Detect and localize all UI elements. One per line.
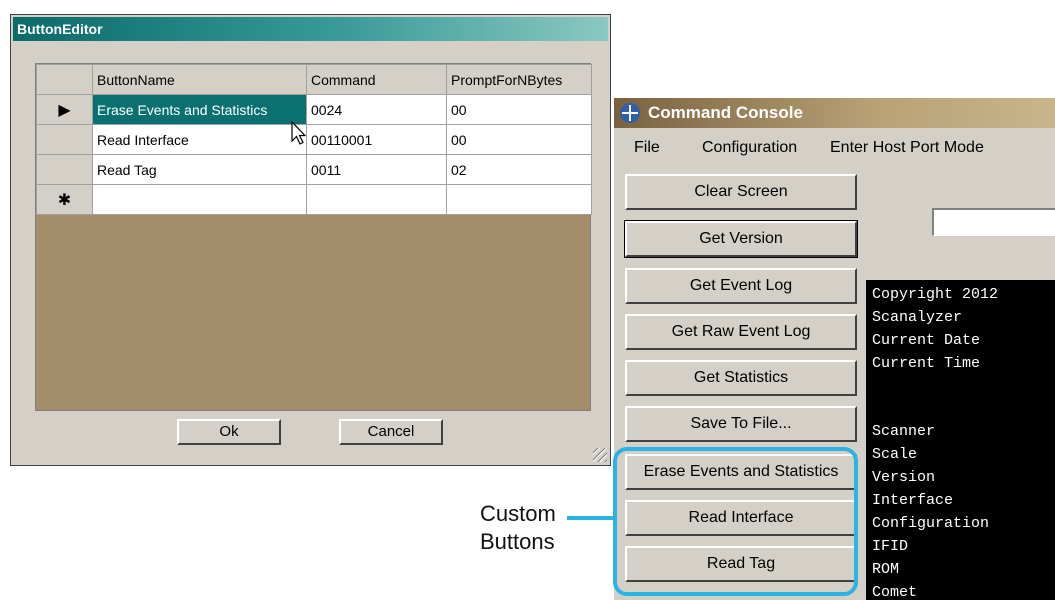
terminal-line: Scanalyzer — [872, 309, 963, 326]
column-header-promptfornbytes[interactable]: PromptForNBytes — [446, 64, 592, 95]
ok-button[interactable]: Ok — [177, 419, 281, 445]
command-console-title: Command Console — [648, 103, 803, 122]
button-grid[interactable]: ButtonName Command PromptForNBytes ▶ Era… — [35, 63, 592, 411]
terminal-output: Copyright 2012 Scanalyzer Current Date C… — [866, 280, 1055, 600]
grid-corner — [36, 64, 93, 95]
terminal-line: Interface — [872, 492, 954, 509]
new-row[interactable]: ✱ — [36, 184, 592, 215]
cell-prompt[interactable] — [446, 184, 592, 215]
menu-file[interactable]: File — [634, 132, 660, 164]
button-editor-dialog: ButtonEditor ButtonName Command PromptFo… — [10, 14, 611, 466]
mouse-pointer-icon — [291, 121, 307, 145]
get-raw-event-log-button[interactable]: Get Raw Event Log — [625, 314, 857, 350]
cell-prompt[interactable]: 00 — [446, 94, 592, 125]
command-console-titlebar: Command Console — [614, 98, 1055, 128]
resize-grip[interactable] — [593, 448, 607, 462]
row-selector[interactable] — [36, 124, 93, 155]
command-input[interactable] — [932, 208, 1055, 236]
cell-buttonname[interactable]: Read Interface — [92, 124, 307, 155]
cell-buttonname[interactable] — [92, 184, 307, 215]
terminal-line: Current Date — [872, 332, 981, 349]
callout-connector — [567, 516, 615, 520]
cell-prompt[interactable]: 00 — [446, 124, 592, 155]
cell-command[interactable]: 00110001 — [306, 124, 447, 155]
terminal-line: Current Time — [872, 355, 981, 372]
menu-enter-host-port-mode[interactable]: Enter Host Port Mode — [830, 132, 984, 164]
terminal-line: Copyright 2012 — [872, 286, 999, 303]
get-statistics-button[interactable]: Get Statistics — [625, 360, 857, 396]
callout-label-line2: Buttons — [480, 529, 555, 554]
get-version-button[interactable]: Get Version — [624, 220, 858, 258]
button-editor-title: ButtonEditor — [13, 17, 608, 41]
column-header-command[interactable]: Command — [306, 64, 447, 95]
terminal-line: Comet — [872, 584, 918, 600]
save-to-file-button[interactable]: Save To File... — [625, 406, 857, 442]
custom-buttons-highlight — [613, 447, 858, 596]
cell-command[interactable]: 0011 — [306, 154, 447, 185]
clear-screen-button[interactable]: Clear Screen — [625, 174, 857, 210]
terminal-line: IFID — [872, 538, 909, 555]
row-selector[interactable] — [36, 154, 93, 185]
table-row[interactable]: Read Interface 00110001 00 — [36, 124, 592, 155]
new-row-marker[interactable]: ✱ — [36, 184, 93, 215]
cell-buttonname[interactable]: Erase Events and Statistics — [92, 94, 307, 125]
menu-bar: File Configuration Enter Host Port Mode — [614, 132, 1055, 164]
cell-buttonname[interactable]: Read Tag — [92, 154, 307, 185]
terminal-line: Scanner — [872, 423, 936, 440]
terminal-line: Version — [872, 469, 936, 486]
terminal-line: ROM — [872, 561, 900, 578]
row-selector-current[interactable]: ▶ — [36, 94, 93, 125]
callout-label: Custom Buttons — [480, 500, 570, 556]
grid-header-row: ButtonName Command PromptForNBytes — [36, 64, 592, 95]
table-row[interactable]: ▶ Erase Events and Statistics 0024 00 — [36, 94, 592, 125]
cell-command[interactable]: 0024 — [306, 94, 447, 125]
get-event-log-button[interactable]: Get Event Log — [625, 268, 857, 304]
cancel-button[interactable]: Cancel — [339, 419, 443, 445]
terminal-line: Scale — [872, 446, 918, 463]
cell-prompt[interactable]: 02 — [446, 154, 592, 185]
app-icon — [620, 103, 640, 123]
cell-command[interactable] — [306, 184, 447, 215]
column-header-buttonname[interactable]: ButtonName — [92, 64, 307, 95]
terminal-line: Configuration — [872, 515, 990, 532]
table-row[interactable]: Read Tag 0011 02 — [36, 154, 592, 185]
menu-configuration[interactable]: Configuration — [702, 132, 797, 164]
callout-label-line1: Custom — [480, 501, 556, 526]
